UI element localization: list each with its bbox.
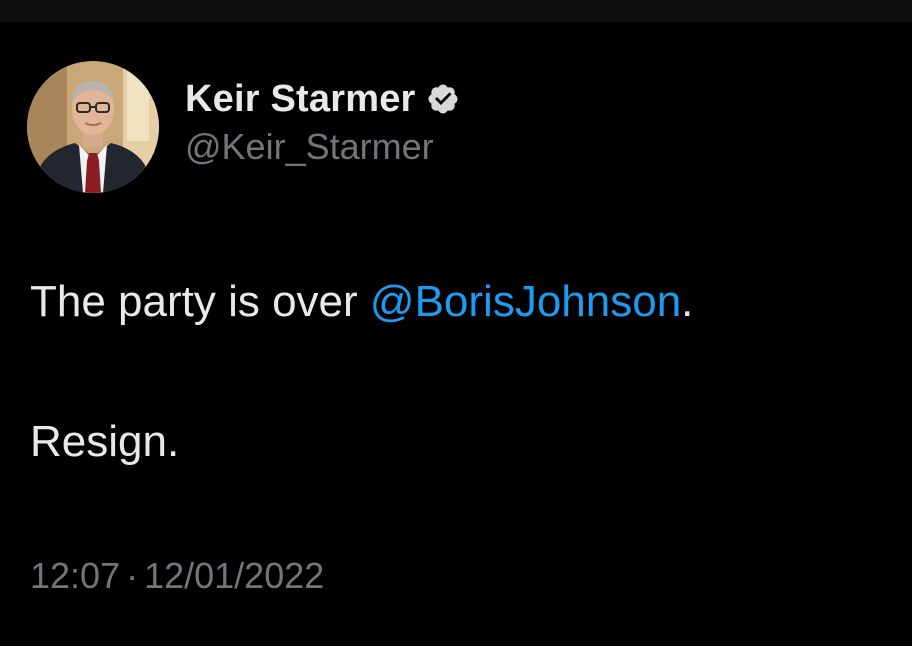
tweet-text: The party is over @BorisJohnson. Resign. (30, 276, 890, 468)
avatar[interactable] (27, 61, 159, 193)
avatar-image (27, 61, 159, 193)
display-name[interactable]: Keir Starmer (185, 78, 416, 121)
tweet-card[interactable]: Keir Starmer @Keir_Starmer The party is … (0, 22, 912, 646)
tweet-text-line-1: The party is over @BorisJohnson. (30, 276, 890, 328)
meta-separator: · (126, 555, 139, 596)
tweet-text-suffix: . (681, 277, 694, 326)
top-bar (0, 0, 912, 22)
author-info[interactable]: Keir Starmer @Keir_Starmer (185, 76, 460, 168)
user-handle[interactable]: @Keir_Starmer (185, 126, 460, 168)
verified-badge-icon (426, 82, 460, 116)
tweet-date: 12/01/2022 (144, 555, 325, 596)
tweet-text-line-2: Resign. (30, 417, 180, 466)
name-row: Keir Starmer (185, 76, 460, 122)
tweet-time: 12:07 (30, 555, 121, 596)
mention-link[interactable]: @BorisJohnson (370, 277, 681, 326)
tweet-text-prefix: The party is over (30, 277, 370, 326)
tweet-timestamp[interactable]: 12:07 · 12/01/2022 (30, 555, 324, 597)
